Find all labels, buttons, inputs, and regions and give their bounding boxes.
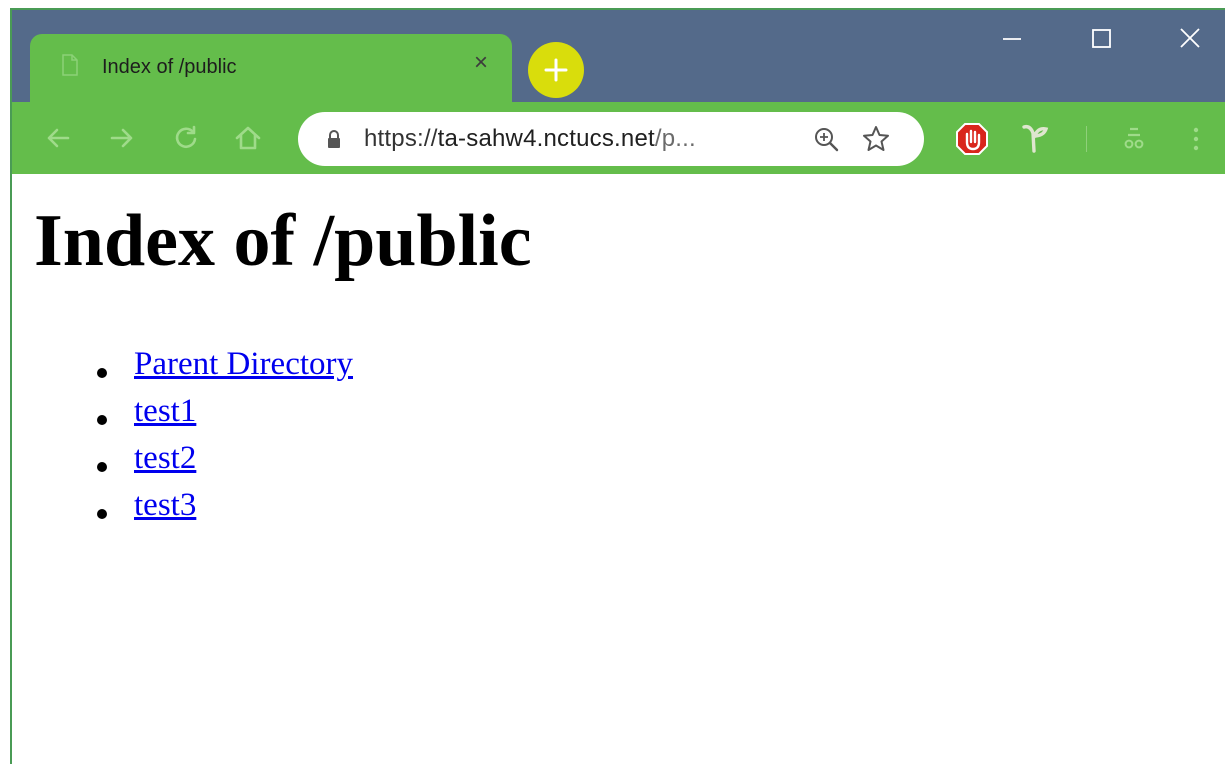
adblock-button[interactable] [954, 121, 990, 157]
test1-link[interactable]: test1 [134, 393, 196, 430]
close-icon [1180, 28, 1200, 48]
address-bar[interactable]: https://ta-sahw4.nctucs.net/p... [298, 112, 924, 166]
reload-icon [175, 125, 197, 149]
new-tab-button[interactable] [528, 42, 584, 98]
tab-close-icon[interactable]: × [466, 48, 496, 78]
tab-active[interactable]: Index of /public × [30, 34, 512, 102]
bullet [97, 462, 107, 472]
bullet [97, 368, 107, 378]
forward-arrow-icon [110, 128, 133, 148]
cast-button[interactable] [1116, 121, 1152, 157]
page-title: Index of /public [34, 200, 532, 282]
extension-icon [1022, 124, 1049, 153]
minimize-button[interactable] [987, 16, 1037, 62]
page-icon [62, 54, 78, 76]
menu-icon [1193, 127, 1199, 151]
toolbar: https://ta-sahw4.nctucs.net/p... [12, 102, 1225, 174]
toolbar-separator [1086, 126, 1087, 152]
forward-button[interactable] [102, 118, 142, 158]
extension-button[interactable] [1016, 121, 1052, 157]
title-bar: Index of /public × [12, 10, 1225, 102]
back-arrow-icon [47, 128, 70, 148]
star-icon[interactable] [861, 124, 891, 154]
window-close-button[interactable] [1165, 16, 1215, 62]
url-scheme: https:// [364, 125, 438, 152]
test3-link[interactable]: test3 [134, 487, 196, 524]
browser-window: Index of /public × https://ta-sahw4.nctu… [10, 8, 1225, 764]
url-text[interactable]: https://ta-sahw4.nctucs.net/p... [364, 125, 696, 153]
tab-title: Index of /public [102, 56, 237, 78]
parent-directory-link[interactable]: Parent Directory [134, 346, 353, 383]
cast-icon [1124, 127, 1144, 149]
reload-button[interactable] [166, 118, 206, 158]
menu-button[interactable] [1178, 121, 1214, 157]
adblock-icon [956, 123, 988, 155]
page-content: Index of /public Parent Directory test1 … [12, 174, 1225, 764]
maximize-icon [1092, 29, 1111, 48]
lock-icon[interactable] [326, 129, 342, 149]
url-path: /p... [654, 125, 696, 152]
bullet [97, 415, 107, 425]
plus-icon [544, 58, 568, 82]
home-icon [235, 126, 261, 150]
maximize-button[interactable] [1076, 16, 1126, 62]
home-button[interactable] [228, 118, 268, 158]
test2-link[interactable]: test2 [134, 440, 196, 477]
back-button[interactable] [38, 118, 78, 158]
url-host: ta-sahw4.nctucs.net [437, 125, 655, 152]
minimize-icon [1003, 38, 1021, 40]
zoom-icon[interactable] [812, 125, 840, 153]
bullet [97, 509, 107, 519]
